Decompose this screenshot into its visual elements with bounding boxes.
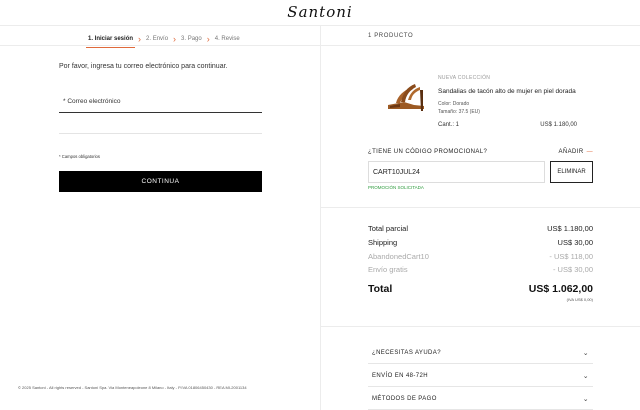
step-label: 4. Revise — [214, 36, 240, 42]
order-summary-divider — [321, 45, 640, 46]
step-shipping[interactable]: 2. Envío — [146, 32, 168, 46]
step-login[interactable]: 1. Iniciar sesión — [85, 32, 136, 48]
summary-label: Shipping — [368, 238, 398, 247]
product-size: Tamaño: 37.5 (EU) — [438, 109, 480, 115]
total-label: Total — [368, 283, 393, 295]
chevron-down-icon: ⌄ — [582, 349, 589, 357]
summary-value: - US$ 118,00 — [549, 252, 593, 261]
accordion-label: ENVÍO EN 48-72H — [372, 372, 429, 379]
summary-value: US$ 1.180,00 — [547, 224, 593, 233]
summary-value: - US$ 30,00 — [552, 265, 593, 274]
promo-add-button[interactable]: AÑADIR — — [559, 149, 593, 155]
promo-question: ¿TIENE UN CÓDIGO PROMOCIONAL? — [368, 149, 488, 155]
tax-note: (IVA US$ 0,00) — [566, 297, 593, 302]
header: Santoni — [0, 0, 640, 26]
step-label: 2. Envío — [146, 36, 169, 42]
sandal-icon — [388, 84, 424, 111]
summary-divider — [321, 207, 640, 208]
santoni-logo[interactable]: Santoni — [0, 3, 640, 21]
summary-bottom-divider — [321, 326, 640, 327]
product-quantity: Cant.: 1 — [438, 122, 460, 128]
checkout-steps: 1. Iniciar sesión › 2. Envío › 3. Pago ›… — [85, 32, 240, 48]
summary-row-discount: AbandonedCart10 - US$ 118,00 — [368, 252, 593, 261]
product-tag: NUEVA COLECCIÓN — [438, 75, 491, 81]
summary-row-free-shipping: Envío gratis - US$ 30,00 — [368, 265, 593, 274]
total-value: US$ 1.062,00 — [528, 283, 593, 295]
accordion-help[interactable]: ¿NECESITAS AYUDA? ⌄ — [368, 342, 593, 364]
step-label: 3. Pago — [181, 36, 202, 42]
product-name[interactable]: Sandalias de tacón alto de mujer en piel… — [438, 88, 576, 95]
column-divider — [320, 26, 321, 410]
promo-add-label: AÑADIR — [558, 149, 584, 155]
minus-icon: — — [586, 149, 593, 155]
footer-copyright: © 2025 Santoni - All rights reserved - S… — [18, 385, 247, 390]
chevron-down-icon: ⌄ — [582, 395, 589, 403]
product-color: Color: Dorado — [438, 101, 470, 107]
chevron-down-icon: ⌄ — [582, 372, 589, 380]
steps-divider — [0, 45, 320, 46]
remove-promo-button[interactable]: ELIMINAR — [550, 161, 593, 183]
chevron-right-icon: › — [138, 34, 142, 44]
accordion-payment-methods[interactable]: MÉTODOS DE PAGO ⌄ — [368, 388, 593, 410]
step-label: 1. Iniciar sesión — [88, 36, 134, 42]
accordion-label: MÉTODOS DE PAGO — [372, 395, 437, 402]
email-field[interactable] — [59, 93, 262, 112]
summary-label: Envío gratis — [368, 265, 408, 274]
form-divider — [59, 133, 262, 134]
accordion-shipping[interactable]: ENVÍO EN 48-72H ⌄ — [368, 365, 593, 387]
promo-code-input[interactable] — [368, 161, 545, 183]
chevron-right-icon: › — [173, 34, 177, 44]
summary-row-shipping: Shipping US$ 30,00 — [368, 238, 593, 247]
promo-status: PROMOCIÓN SOLICITADA — [368, 185, 424, 190]
chevron-right-icon: › — [206, 34, 210, 44]
accordion-label: ¿NECESITAS AYUDA? — [372, 349, 441, 356]
summary-label: AbandonedCart10 — [368, 252, 429, 261]
email-field-wrapper: * Correo electrónico — [59, 93, 262, 113]
order-summary-title: 1 PRODUCTO — [368, 33, 414, 39]
continue-button[interactable]: CONTINUA — [59, 171, 262, 192]
product-price: US$ 1.180,00 — [540, 122, 577, 128]
login-intro: Por favor, ingresa tu correo electrónico… — [59, 63, 228, 70]
step-review[interactable]: 4. Revise — [215, 32, 240, 46]
step-payment[interactable]: 3. Pago — [181, 32, 202, 46]
summary-row-subtotal: Total parcial US$ 1.180,00 — [368, 224, 593, 233]
summary-label: Total parcial — [368, 224, 409, 233]
summary-value: US$ 30,00 — [557, 238, 593, 247]
order-total: Total US$ 1.062,00 — [368, 283, 593, 295]
required-note: * Campos obligatorios — [59, 154, 100, 159]
